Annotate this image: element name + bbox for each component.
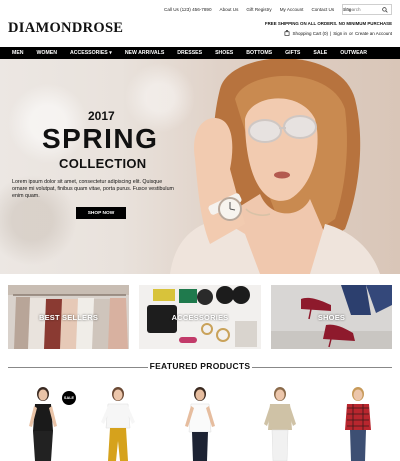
nav-item-accessories[interactable]: ACCESSORIES ▾ xyxy=(70,50,112,56)
create-account-link[interactable]: Create an Account xyxy=(355,31,392,36)
shopping-bag-icon[interactable] xyxy=(284,30,290,36)
hero-model-image xyxy=(170,59,380,274)
nav-item-men[interactable]: MEN xyxy=(12,50,24,56)
category-shoes[interactable]: SHOES xyxy=(271,285,392,349)
divider xyxy=(252,367,392,368)
nav-item-outwear[interactable]: OUTWEAR xyxy=(340,50,367,56)
utility-nav: Call Us (123) 456-7890 About Us Gift Reg… xyxy=(164,5,351,15)
gift-registry-link[interactable]: Gift Registry xyxy=(246,5,271,15)
search-icon[interactable] xyxy=(382,6,388,13)
account-bar: Shopping Cart (0) | Sign in or Create an… xyxy=(284,30,392,36)
nav-item-shoes[interactable]: SHOES xyxy=(215,50,233,56)
my-account-link[interactable]: My Account xyxy=(280,5,304,15)
category-accessories[interactable]: ACCESSORIES xyxy=(139,285,261,349)
nav-item-dresses[interactable]: DRESSES xyxy=(177,50,202,56)
or-text: or xyxy=(348,30,353,36)
hero-banner: 2017 SPRING COLLECTION Lorem ipsum dolor… xyxy=(0,59,400,274)
nav-item-bottoms[interactable]: BOTTOMS xyxy=(246,50,272,56)
shop-now-button[interactable]: SHOP NOW xyxy=(76,207,126,219)
call-us-link[interactable]: Call Us (123) 456-7890 xyxy=(164,5,212,15)
sale-badge: SALE xyxy=(62,391,76,405)
nav-item-new-arrivals[interactable]: NEW ARRIVALS xyxy=(125,50,164,56)
category-label: SHOES xyxy=(317,313,346,322)
shopping-cart-link[interactable]: Shopping Cart (0) xyxy=(292,31,328,36)
product-card[interactable] xyxy=(170,386,230,461)
nav-item-women[interactable]: WOMEN xyxy=(37,50,57,56)
account-separator: | xyxy=(330,30,332,36)
about-us-link[interactable]: About Us xyxy=(220,5,239,15)
hero-year: 2017 xyxy=(88,109,115,123)
product-card[interactable] xyxy=(250,386,310,461)
search-input[interactable] xyxy=(346,7,380,12)
featured-products-header: FEATURED PRODUCTS xyxy=(0,361,400,373)
category-best-sellers[interactable]: BEST SELLERS xyxy=(8,285,129,349)
search-box[interactable] xyxy=(342,4,392,15)
sign-in-link[interactable]: Sign in xyxy=(333,31,347,36)
hero-title: SPRING xyxy=(42,123,159,154)
site-logo[interactable]: DIAMONDROSE xyxy=(8,20,123,37)
hero-description: Lorem ipsum dolor sit amet, consectetur … xyxy=(12,179,174,199)
product-image xyxy=(185,387,215,461)
product-card[interactable] xyxy=(88,386,148,461)
nav-item-gifts[interactable]: GIFTS xyxy=(285,50,300,56)
main-nav: MEN WOMEN ACCESSORIES ▾ NEW ARRIVALS DRE… xyxy=(0,47,400,59)
shipping-banner: FREE SHIPPING ON ALL ORDERS. NO MINIMUM … xyxy=(264,21,392,26)
product-card[interactable] xyxy=(328,386,388,461)
contact-us-link[interactable]: Contact Us xyxy=(311,5,334,15)
category-label: BEST SELLERS xyxy=(38,313,99,322)
hero-subtitle: COLLECTION xyxy=(59,156,147,171)
product-image xyxy=(101,387,135,461)
product-image xyxy=(345,387,371,461)
section-title: FEATURED PRODUCTS xyxy=(149,361,251,371)
nav-item-sale[interactable]: SALE xyxy=(313,50,327,56)
category-label: ACCESSORIES xyxy=(171,313,229,322)
product-image xyxy=(264,387,296,461)
